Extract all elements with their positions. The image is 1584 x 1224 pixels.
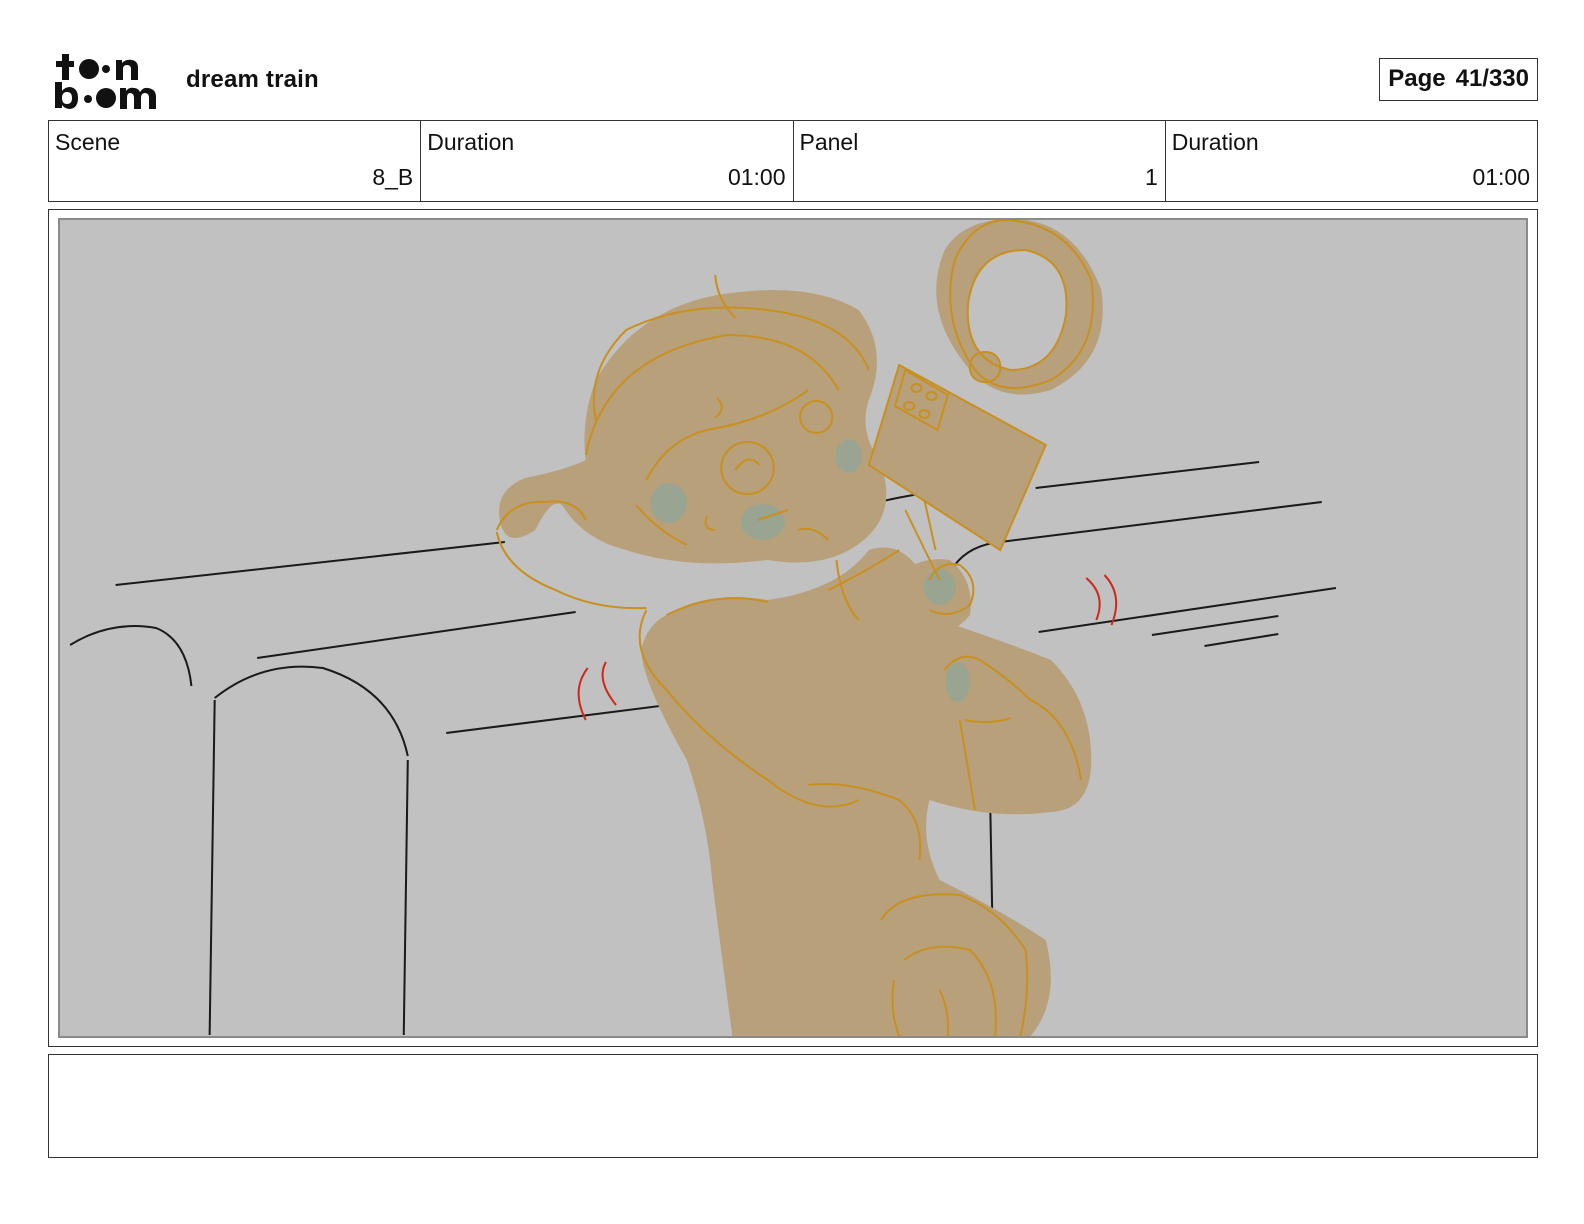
panel-notes-box[interactable]: [48, 1054, 1538, 1158]
panel-duration-cell: Duration 01:00: [1166, 121, 1537, 201]
scene-cell: Scene 8_B: [49, 121, 422, 201]
toonboom-logo: [52, 52, 164, 110]
storyboard-panel-image: [58, 218, 1528, 1038]
panel-duration-label: Duration: [1171, 129, 1259, 155]
scene-duration-cell: Duration 01:00: [421, 121, 794, 201]
toonboom-logo-icon: [55, 54, 156, 109]
storyboard-panel-frame: [48, 209, 1538, 1047]
panel-cell: Panel 1: [794, 121, 1166, 201]
scene-duration-value: 01:00: [727, 164, 786, 190]
panel-duration-value: 01:00: [1472, 164, 1530, 190]
panel-value: 1: [1144, 164, 1158, 190]
page-indicator: Page 41/330: [1379, 58, 1538, 101]
project-title: dream train: [186, 66, 319, 93]
page-label: Page: [1388, 65, 1446, 92]
scene-label: Scene: [55, 129, 121, 155]
panel-label: Panel: [799, 129, 859, 155]
page-number: 41/330: [1455, 65, 1529, 92]
storyboard-sketch-icon: [69, 220, 1337, 1036]
panel-info-row: Scene 8_B Duration 01:00 Panel 1 Duratio…: [48, 120, 1538, 202]
scene-value: 8_B: [372, 164, 414, 190]
page-header: dream train Page 41/330: [48, 50, 1538, 110]
character-fill: [499, 220, 1103, 1036]
scene-duration-label: Duration: [427, 129, 515, 155]
